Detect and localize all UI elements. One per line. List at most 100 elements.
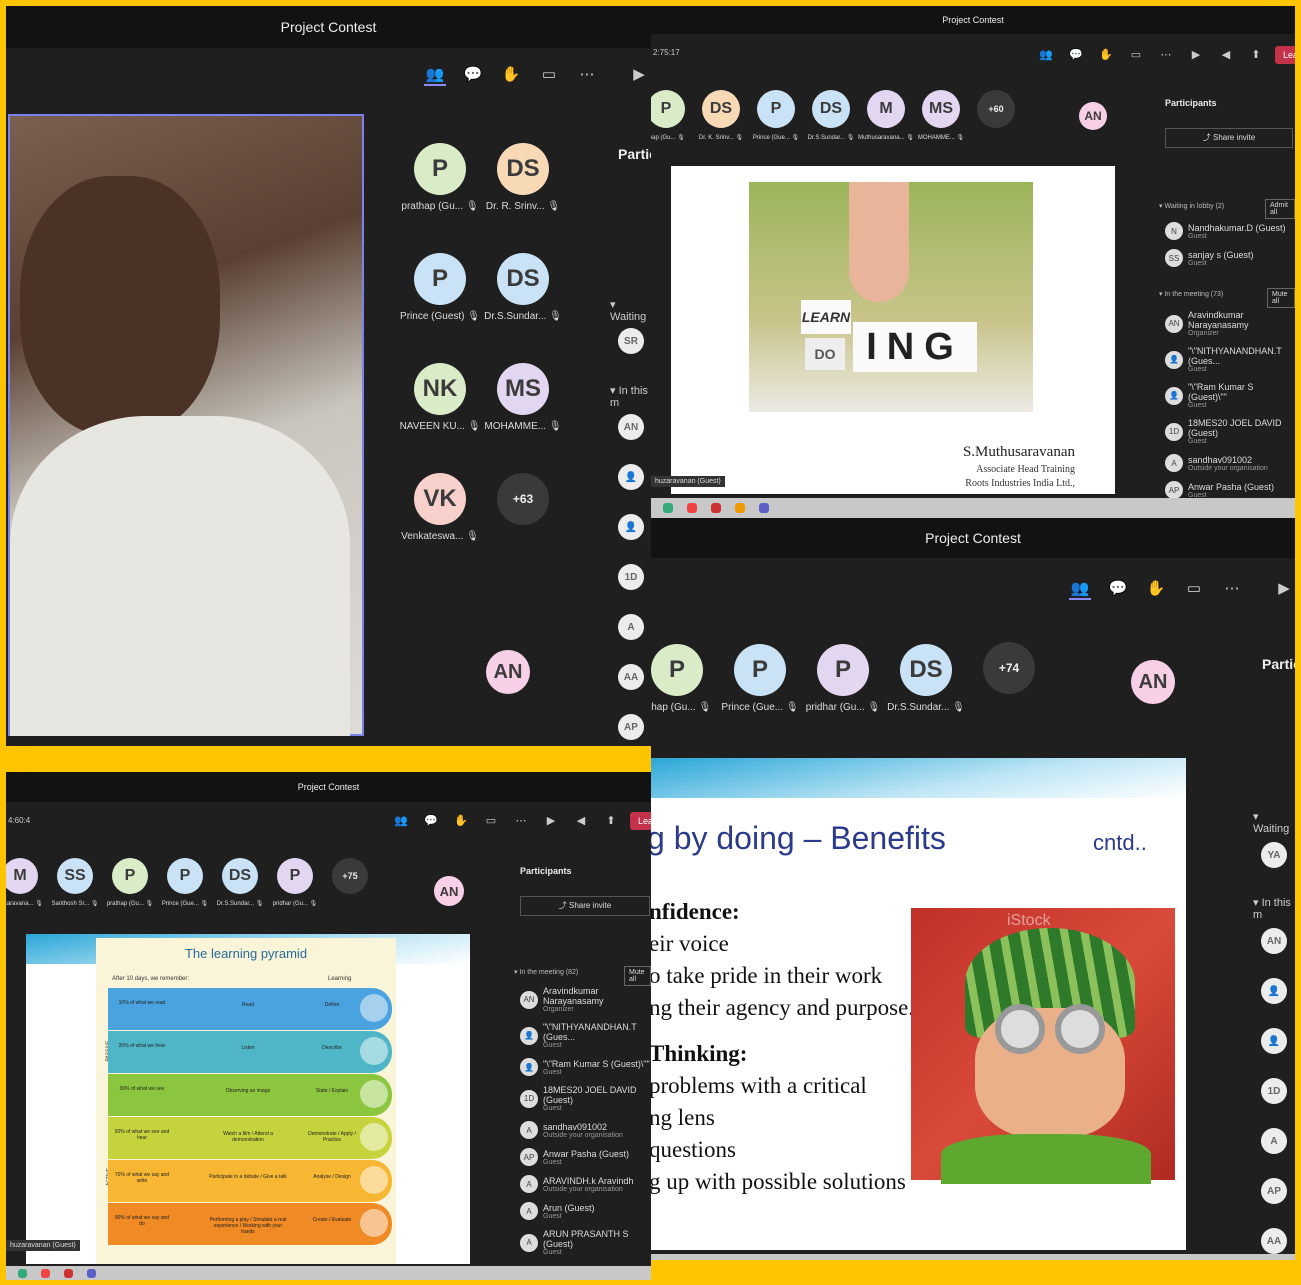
avatar[interactable]: AN bbox=[486, 650, 530, 694]
avatar[interactable]: DS bbox=[497, 253, 549, 305]
avatar[interactable]: DS bbox=[900, 644, 952, 696]
participant-row[interactable]: A ARAVINDH.k Aravindh Outside your organis… bbox=[520, 1175, 650, 1193]
participant-row[interactable]: 1D 18MES20 JOEL DAVID (Guest) Guest bbox=[1165, 418, 1293, 445]
avatar[interactable]: AP bbox=[1261, 1178, 1287, 1204]
avatar[interactable]: DS bbox=[222, 858, 258, 894]
share-invite-button[interactable]: ⤴ Share invite bbox=[1165, 128, 1293, 148]
avatar[interactable]: P bbox=[277, 858, 313, 894]
pyramid-mid: Performing a play / Simulate a real expe… bbox=[209, 1217, 287, 1235]
avatar[interactable]: DS bbox=[497, 143, 549, 195]
share-invite-button[interactable]: ⤴ Share invite bbox=[520, 896, 650, 916]
chrome-icon[interactable] bbox=[687, 503, 697, 513]
avatar[interactable]: A bbox=[618, 614, 644, 640]
avatar-initials: VK bbox=[423, 485, 457, 512]
participant-row[interactable]: 👤 "\"Ram Kumar S (Guest)\"" Guest bbox=[1165, 382, 1293, 409]
avatar-initials: AN bbox=[493, 660, 523, 683]
avatar[interactable]: M bbox=[6, 858, 38, 894]
avatar[interactable]: 👤 bbox=[1261, 1028, 1287, 1054]
avatar[interactable]: 👤 bbox=[618, 514, 644, 540]
avatar[interactable]: AN bbox=[1079, 102, 1107, 130]
avatar[interactable]: P bbox=[414, 143, 466, 195]
participant-row[interactable]: A Arun (Guest) Guest bbox=[520, 1202, 650, 1220]
avatar[interactable]: P bbox=[651, 644, 703, 696]
participant-avatar: A bbox=[520, 1175, 538, 1193]
avatar[interactable]: A bbox=[1261, 1128, 1287, 1154]
avatar[interactable]: 👤 bbox=[618, 464, 644, 490]
participant-row[interactable]: A ARUN PRASANTH S (Guest) Guest bbox=[520, 1229, 650, 1256]
avatar-initials: DS bbox=[909, 656, 943, 683]
participant-avatar: AP bbox=[520, 1148, 538, 1166]
meeting-list: AN Aravindkumar Narayanasamy Organizer 👤 "\"… bbox=[520, 986, 650, 1265]
participant-row[interactable]: AN Aravindkumar Narayanasamy Organizer bbox=[1165, 310, 1293, 337]
avatar[interactable]: AN bbox=[1131, 660, 1175, 704]
avatar[interactable]: VK bbox=[414, 473, 466, 525]
avatar[interactable]: P bbox=[651, 90, 685, 128]
avatar[interactable]: DS bbox=[702, 90, 740, 128]
avatar[interactable]: AP bbox=[618, 714, 644, 740]
participant-row[interactable]: 👤 "\"Ram Kumar S (Guest)\"" Guest bbox=[520, 1058, 650, 1076]
mute-all-button[interactable]: Mute all bbox=[624, 966, 651, 986]
avatar[interactable]: AN bbox=[618, 414, 644, 440]
overflow-count[interactable]: +75 bbox=[332, 858, 368, 894]
name-tag: huzaravanan (Guest) bbox=[651, 476, 725, 487]
participant-name: ARUN PRASANTH S (Guest) bbox=[543, 1229, 629, 1249]
mute-all-button[interactable]: Mute all bbox=[1267, 288, 1295, 308]
app-icon[interactable] bbox=[18, 1268, 27, 1278]
avatar[interactable]: P bbox=[817, 644, 869, 696]
app-icon[interactable] bbox=[64, 1268, 73, 1278]
avatar[interactable]: 👤 bbox=[1261, 978, 1287, 1004]
avatar[interactable]: SS bbox=[57, 858, 93, 894]
teams-icon[interactable] bbox=[87, 1268, 96, 1278]
overflow-count[interactable]: +63 bbox=[497, 473, 549, 525]
avatar[interactable]: DS bbox=[812, 90, 850, 128]
avatar[interactable]: P bbox=[757, 90, 795, 128]
avatar[interactable]: P bbox=[167, 858, 203, 894]
participant-row[interactable]: 👤 "\"NITHYANANDHAN.T (Gues... Guest bbox=[520, 1022, 650, 1049]
app-icon[interactable] bbox=[735, 503, 745, 513]
avatar[interactable]: M bbox=[867, 90, 905, 128]
overflow-count[interactable]: +60 bbox=[977, 90, 1015, 128]
waiting-label: ▾ Waiting bbox=[610, 299, 647, 323]
app-icon[interactable] bbox=[711, 503, 721, 513]
avatar[interactable]: 1D bbox=[618, 564, 644, 590]
avatar[interactable]: P bbox=[414, 253, 466, 305]
participant-role: Guest bbox=[543, 1105, 562, 1112]
participant-name: MOHAMME... 🎙 bbox=[484, 421, 562, 432]
participant-row[interactable]: AP Anwar Pasha (Guest) Guest bbox=[520, 1148, 650, 1166]
pyramid-after: After 10 days, we remember: bbox=[112, 976, 190, 982]
participant-row[interactable]: Asandhav091002 Outside your organisation bbox=[1165, 454, 1293, 472]
participant-row[interactable]: 👤 "\"NITHYANANDHAN.T (Gues... Guest bbox=[1165, 346, 1293, 373]
avatar[interactable]: P bbox=[112, 858, 148, 894]
avatar[interactable]: AA bbox=[618, 664, 644, 690]
admit-all-button[interactable]: Admit all bbox=[1265, 199, 1295, 219]
participant-row[interactable]: 1D 18MES20 JOEL DAVID (Guest) Guest bbox=[520, 1085, 650, 1112]
app-icon[interactable] bbox=[663, 503, 673, 513]
participant-row[interactable]: AP Anwar Pasha (Guest) Guest bbox=[1165, 481, 1293, 499]
participant-row[interactable]: N Nandhakumar.D (Guest) Guest bbox=[1165, 222, 1293, 240]
participant-row[interactable]: AN Aravindkumar Narayanasamy Organizer bbox=[520, 986, 650, 1013]
pyramid-mid: Watch a film / Attend a demonstration bbox=[223, 1131, 273, 1143]
participant-row[interactable]: SS sanjay s (Guest) Guest bbox=[1165, 249, 1293, 267]
avatar[interactable]: AN bbox=[1261, 928, 1287, 954]
teams-icon[interactable] bbox=[759, 503, 769, 513]
overflow-count[interactable]: +74 bbox=[983, 642, 1035, 694]
avatar[interactable]: 1D bbox=[1261, 1078, 1287, 1104]
slide-line: nfidence: bbox=[651, 899, 740, 924]
chrome-icon[interactable] bbox=[41, 1268, 50, 1278]
participant-row[interactable]: Asandhav091002 Outside your organisation bbox=[520, 1121, 650, 1139]
participants-header: Participants bbox=[520, 866, 572, 876]
avatar[interactable]: SR bbox=[618, 328, 644, 354]
participant-avatar: AN bbox=[1165, 314, 1183, 333]
avatar[interactable]: P bbox=[734, 644, 786, 696]
participant-role: Guest bbox=[543, 1158, 562, 1166]
avatar[interactable]: MS bbox=[497, 363, 549, 415]
window-top-right: Project Contest 2:75:17 👥 💬 ✋ ▭ ⋯ ▶ ◀ ⬆ … bbox=[651, 6, 1295, 518]
pyramid-learning: Learning bbox=[328, 976, 352, 982]
participant-name: Dr.S.Sundar... 🎙 bbox=[484, 311, 562, 322]
pyramid-left: 50% of what we see and hear bbox=[114, 1129, 170, 1141]
avatar[interactable]: YA bbox=[1261, 842, 1287, 868]
avatar[interactable]: AA bbox=[1261, 1228, 1287, 1254]
avatar[interactable]: AN bbox=[434, 876, 464, 906]
avatar[interactable]: NK bbox=[414, 363, 466, 415]
avatar[interactable]: MS bbox=[922, 90, 960, 128]
